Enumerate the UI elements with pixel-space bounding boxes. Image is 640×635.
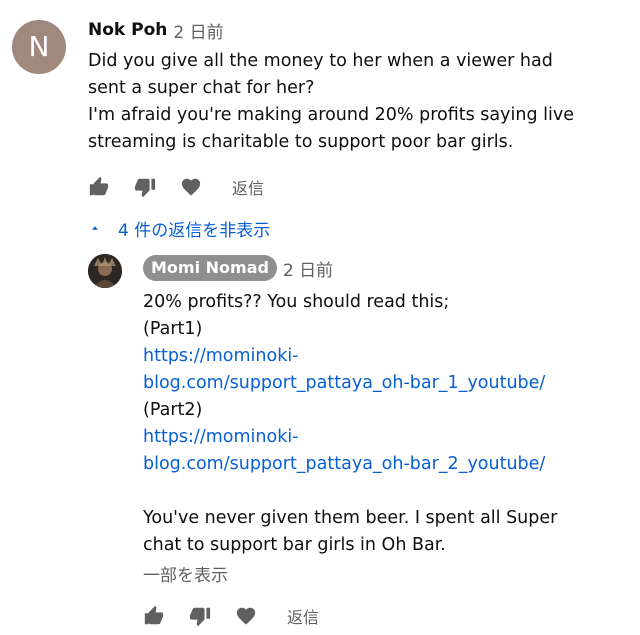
link-part1: https://mominoki- [143, 343, 633, 370]
hide-replies-label: 4 件の返信を非表示 [118, 220, 271, 241]
comment-line: sent a super chat for her? [88, 78, 315, 98]
comment-actions: 返信 [88, 174, 264, 200]
thumbs-down-icon[interactable] [189, 605, 211, 627]
link-part2-line1[interactable]: https://mominoki- [143, 427, 299, 447]
comment-timestamp[interactable]: 2 日前 [173, 18, 223, 43]
caret-up-icon [92, 226, 98, 230]
reply-line: (Part1) [143, 319, 203, 339]
reply-line: chat to support bar girls in Oh Bar. [143, 535, 446, 555]
reply-button[interactable]: 返信 [287, 604, 319, 628]
link-part1-cont: blog.com/support_pattaya_oh-bar_1_youtub… [143, 370, 633, 397]
link-part2-line2[interactable]: blog.com/support_pattaya_oh-bar_2_youtub… [143, 454, 545, 474]
author-name-chip[interactable]: Momi Nomad [143, 255, 277, 281]
thumbs-up-icon[interactable] [143, 605, 165, 627]
heart-icon[interactable] [235, 605, 257, 627]
author-name[interactable]: Nok Poh [88, 20, 167, 40]
link-part1-line1[interactable]: https://mominoki- [143, 346, 299, 366]
read-more-button[interactable]: 一部を表示 [143, 561, 228, 586]
reply-avatar[interactable] [88, 254, 122, 288]
comment-line: streaming is charitable to support poor … [88, 132, 514, 152]
reply-line: 20% profits?? You should read this; [143, 292, 450, 312]
reply-header: Momi Nomad 2 日前 [143, 254, 333, 282]
comment-line: Did you give all the money to her when a… [88, 51, 553, 71]
link-part1-line2[interactable]: blog.com/support_pattaya_oh-bar_1_youtub… [143, 373, 545, 393]
comment-thread: N Nok Poh 2 日前 Did you give all the mone… [0, 0, 640, 635]
thumbs-up-icon[interactable] [88, 176, 110, 198]
link-part2-cont: blog.com/support_pattaya_oh-bar_2_youtub… [143, 451, 633, 478]
reply-button[interactable]: 返信 [232, 175, 264, 199]
reply-line: You've never given them beer. I spent al… [143, 508, 558, 528]
comment-text: Did you give all the money to her when a… [88, 48, 628, 156]
hide-replies-button[interactable]: 4 件の返信を非表示 [88, 215, 270, 241]
avatar[interactable]: N [12, 20, 66, 74]
reply-timestamp[interactable]: 2 日前 [283, 256, 333, 281]
link-part2: https://mominoki- [143, 424, 633, 451]
comment-header: Nok Poh 2 日前 [88, 17, 224, 43]
reply-actions: 返信 [143, 603, 319, 629]
reply-text: 20% profits?? You should read this; (Par… [143, 289, 633, 559]
reply-line: (Part2) [143, 400, 203, 420]
comment-line: I'm afraid you're making around 20% prof… [88, 105, 574, 125]
thumbs-down-icon[interactable] [134, 176, 156, 198]
heart-icon[interactable] [180, 176, 202, 198]
